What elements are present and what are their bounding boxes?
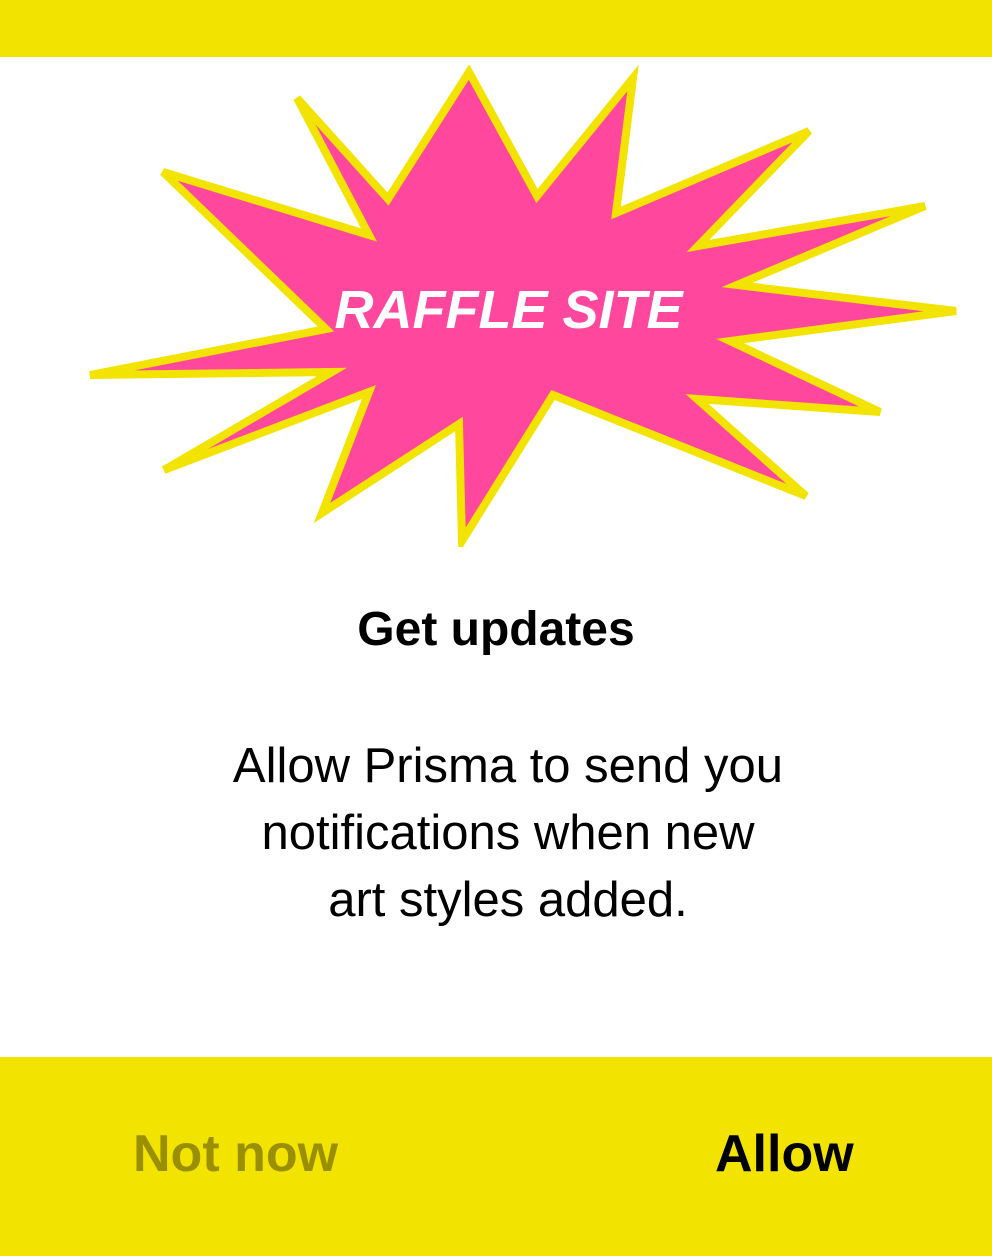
top-bar bbox=[0, 0, 992, 57]
dialog-message-line: art styles added. bbox=[328, 873, 688, 927]
raffle-site-label: RAFFLE SITE bbox=[334, 280, 683, 340]
dialog-title: Get updates bbox=[357, 603, 635, 656]
dialog-message-line: notifications when new bbox=[261, 806, 755, 860]
raffle-badge: RAFFLE SITE bbox=[85, 65, 960, 547]
allow-button[interactable]: Allow bbox=[715, 1122, 854, 1186]
not-now-button[interactable]: Not now bbox=[133, 1122, 338, 1186]
dialog-message: Allow Prisma to send you notifications w… bbox=[0, 733, 992, 934]
dialog-message-line: Allow Prisma to send you bbox=[232, 739, 784, 793]
